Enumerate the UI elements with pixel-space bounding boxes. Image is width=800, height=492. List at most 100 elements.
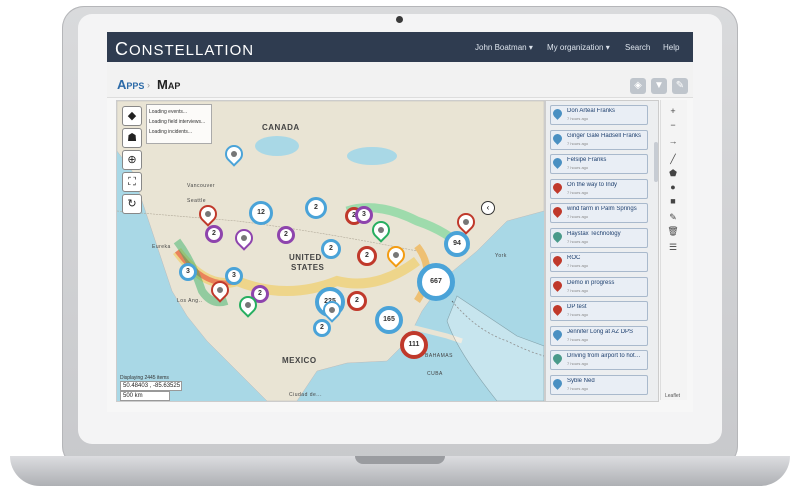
list-icon[interactable]: ☰	[665, 240, 681, 254]
map-cluster[interactable]: 2	[277, 226, 295, 244]
layers-icon[interactable]: ◆	[122, 106, 142, 126]
page-title: Map	[157, 77, 181, 92]
list-item-time: 7 hours ago	[567, 116, 589, 121]
map-label-bahamas: BAHAMAS	[425, 353, 453, 359]
map-cluster[interactable]: 111	[400, 331, 428, 359]
loading-line: Loading events...	[149, 109, 188, 115]
marker-icon	[551, 327, 564, 341]
list-item-time: 7 hours ago	[567, 263, 589, 268]
user-icon[interactable]: ☗	[122, 128, 142, 148]
settings-wrench-button[interactable]: ✎	[672, 78, 688, 94]
search-link[interactable]: Search	[625, 43, 650, 52]
list-item-title: Don Arteal Franks	[567, 108, 616, 114]
polygon-icon[interactable]: ⬟	[665, 166, 681, 180]
loading-line: Loading field interviews...	[149, 119, 206, 125]
refresh-icon[interactable]: ↻	[122, 194, 142, 214]
list-item[interactable]: On the way to Indy 7 hours ago	[550, 178, 648, 199]
map-cluster[interactable]: 12	[249, 201, 273, 225]
map-cluster[interactable]: 2	[347, 291, 367, 311]
map-cluster[interactable]: 3	[355, 206, 373, 224]
map-label-canada: CANADA	[262, 123, 300, 132]
list-item[interactable]: Ginger Gale Hadsell Franks 7 hours ago	[550, 129, 648, 150]
breadcrumb-apps[interactable]: Apps	[117, 77, 144, 92]
list-item[interactable]: Driving from airport to hotel. - Douglas…	[550, 350, 648, 370]
panel-scrollbar[interactable]	[654, 142, 658, 182]
list-item-title: wind farm in Palm Springs	[567, 206, 637, 212]
marker-icon	[551, 180, 564, 194]
list-item[interactable]: Haystax Technology 7 hours ago	[550, 227, 648, 248]
list-item-time: 7 hours ago	[567, 238, 589, 244]
map-cluster[interactable]: 3	[225, 267, 243, 285]
map-label-new-york: York	[495, 253, 507, 259]
circle-icon[interactable]: ●	[665, 180, 681, 194]
marker-icon	[551, 229, 564, 243]
delete-icon[interactable]: 🗑	[665, 224, 681, 238]
edit-icon[interactable]: ✎	[665, 210, 681, 224]
map-label-los-angeles: Los Ang..	[177, 298, 203, 304]
brand-logo[interactable]: CONSTELLATION	[115, 39, 254, 60]
marker-icon	[551, 376, 564, 390]
loading-line: Loading incidents...	[149, 129, 193, 135]
map-label-mexico: MEXICO	[282, 356, 317, 365]
square-icon[interactable]: ■	[665, 194, 681, 208]
camera-icon	[396, 16, 403, 23]
map-label-vancouver: Vancouver	[187, 183, 216, 189]
list-item-time: 7 hours ago	[567, 214, 589, 219]
list-item-title: On the way to Indy	[567, 181, 618, 188]
marker-icon	[551, 303, 564, 316]
list-item[interactable]: Syble Ned 7 hours ago	[550, 374, 648, 395]
arrow-right-icon[interactable]: →	[665, 134, 681, 148]
list-item-time: 7 hours ago	[567, 287, 589, 293]
map-cluster[interactable]: 165	[375, 306, 403, 334]
laptop-notch	[355, 456, 445, 464]
list-item-title: ROC	[567, 255, 581, 261]
list-item-time: 7 hours ago	[567, 385, 589, 391]
list-item[interactable]: Demo in progress 7 hours ago	[550, 276, 648, 297]
map-cluster[interactable]: 94	[444, 231, 470, 257]
map-label-cuba-city: Ciudad de...	[289, 392, 322, 398]
zoom-out-icon[interactable]: −	[665, 118, 681, 132]
draw-line-icon[interactable]: ╱	[665, 152, 681, 166]
list-item-title: Felsipe Franks	[567, 157, 607, 163]
map-cluster[interactable]: 2	[357, 246, 377, 266]
list-item-title: Jennifer Long at AZ DPS	[567, 328, 634, 335]
chevron-left-icon[interactable]: ‹	[481, 201, 495, 215]
map-label-eureka: Eureka	[152, 244, 171, 250]
list-item[interactable]: ROC 7 hours ago	[550, 252, 648, 272]
user-menu[interactable]: John Boatman ▾	[475, 43, 533, 52]
list-item-title: Demo in progress	[567, 279, 615, 286]
list-item-time: 7 hours ago	[567, 312, 589, 317]
map-cluster[interactable]: 2	[305, 197, 327, 219]
map-label-states: STATES	[291, 263, 325, 272]
layers-button[interactable]: ◈	[630, 78, 646, 94]
list-item-time: 7 hours ago	[567, 140, 589, 146]
map-cluster[interactable]: 2	[321, 239, 341, 259]
list-item-time: 7 hours ago	[567, 165, 589, 170]
map-label-united: UNITED	[289, 253, 322, 262]
marker-icon	[551, 205, 564, 218]
list-item[interactable]: wind farm in Palm Springs 7 hours ago	[550, 203, 648, 223]
list-item[interactable]: Felsipe Franks 7 hours ago	[550, 154, 648, 174]
list-item-time: 7 hours ago	[567, 361, 589, 366]
zoom-in-icon[interactable]: +	[665, 104, 681, 118]
leaflet-attribution[interactable]: Leaflet	[665, 393, 680, 399]
list-item[interactable]: DP test 7 hours ago	[550, 301, 648, 321]
organization-menu[interactable]: My organization ▾	[547, 43, 610, 52]
map-cluster[interactable]: 667	[417, 263, 455, 301]
map-cluster[interactable]: 2	[313, 319, 331, 337]
map-cluster[interactable]: 3	[179, 263, 197, 281]
list-item[interactable]: Jennifer Long at AZ DPS 7 hours ago	[550, 325, 648, 346]
coordinates-readout: 50.48403 , -85.63525	[120, 381, 182, 391]
filter-button[interactable]: ▼	[651, 78, 667, 94]
marker-icon	[551, 156, 564, 169]
help-link[interactable]: Help	[663, 43, 679, 52]
map-label-seattle: Seattle	[187, 198, 207, 204]
list-item-title: Haystax Technology	[567, 230, 621, 237]
map-canvas[interactable]: CANADA UNITED STATES MEXICO CUBA BAHAMAS…	[116, 100, 545, 402]
crosshair-icon[interactable]: ⊕	[122, 150, 142, 170]
list-item[interactable]: Don Arteal Franks 7 hours ago	[550, 105, 648, 125]
list-item-title: DP test	[567, 304, 587, 310]
map-cluster[interactable]: 2	[205, 225, 223, 243]
fullscreen-icon[interactable]: ⛶	[122, 172, 142, 192]
list-item-time: 7 hours ago	[567, 189, 589, 195]
